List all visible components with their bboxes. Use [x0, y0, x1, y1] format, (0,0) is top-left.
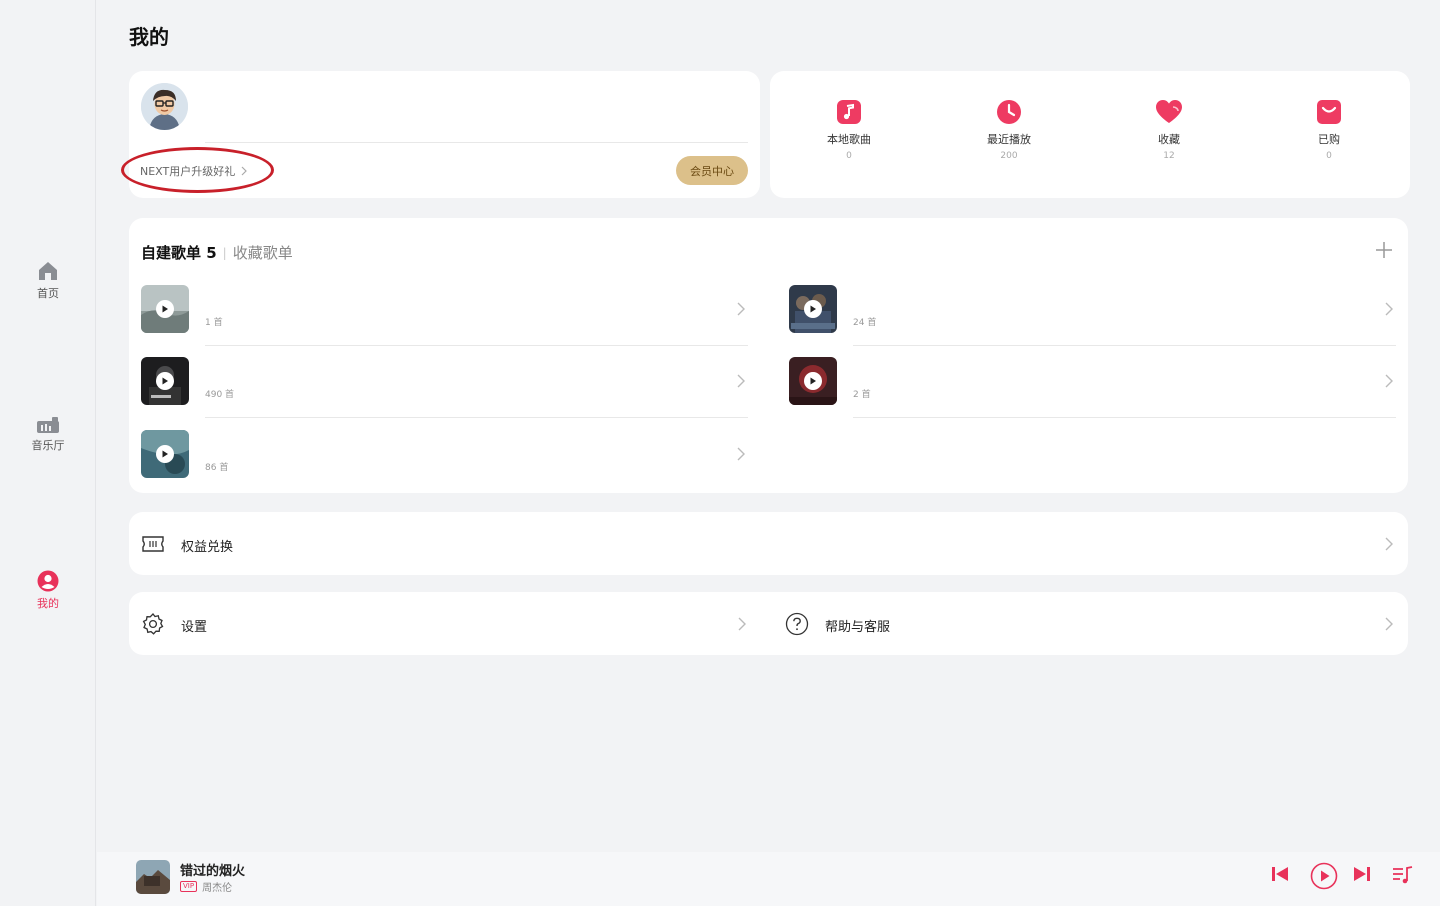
chevron-right-icon	[1385, 617, 1393, 631]
divider	[853, 345, 1396, 346]
play-pause-icon[interactable]	[1310, 862, 1338, 890]
chevron-right-icon	[737, 447, 745, 461]
person-icon	[37, 570, 59, 592]
now-playing-artist: 周杰伦	[202, 883, 233, 894]
chevron-right-icon	[737, 302, 745, 316]
play-icon[interactable]	[804, 372, 822, 390]
tab-created-playlists[interactable]: 自建歌单 5	[141, 242, 217, 263]
playlist-tabs: 自建歌单 5 | 收藏歌单	[141, 242, 293, 263]
heart-icon	[1156, 100, 1182, 123]
sidebar: 首页 音乐厅 我的	[0, 0, 96, 906]
mini-player: 错过的烟火 VIP 周杰伦	[97, 852, 1440, 906]
help-service-label: 帮助与客服	[825, 620, 891, 635]
playlist-song-count: 2 首	[853, 390, 871, 400]
sidebar-item-label: 我的	[37, 597, 59, 610]
quick-recent-play[interactable]: 最近播放 200	[959, 99, 1059, 161]
clock-icon	[997, 100, 1021, 124]
playlist-cover	[141, 430, 189, 478]
playlist-cover	[789, 357, 837, 405]
quick-favorites[interactable]: 收藏 12	[1119, 99, 1219, 161]
play-icon[interactable]	[156, 372, 174, 390]
quick-item-label: 已购	[1318, 133, 1340, 146]
quick-item-label: 最近播放	[987, 133, 1031, 146]
music-note-icon	[837, 100, 861, 124]
chevron-right-icon	[737, 374, 745, 388]
playlist-song-count: 1 首	[205, 318, 223, 328]
quick-item-count: 0	[846, 151, 852, 161]
divider	[205, 417, 748, 418]
settings-label: 设置	[181, 620, 208, 635]
vip-badge: VIP	[180, 881, 198, 892]
home-icon	[39, 262, 57, 280]
rights-exchange-label: 权益兑换	[181, 540, 234, 555]
gear-icon	[142, 613, 164, 635]
playlist-item[interactable]: 1 首	[141, 285, 748, 346]
playlist-song-count: 490 首	[205, 390, 235, 400]
vip-center-button[interactable]: 会员中心	[676, 156, 748, 185]
chevron-right-icon	[738, 617, 746, 631]
playlist-song-count: 24 首	[853, 318, 877, 328]
now-playing-cover[interactable]	[136, 860, 170, 894]
playlist-cover	[141, 285, 189, 333]
play-icon[interactable]	[804, 300, 822, 318]
quick-item-count: 12	[1163, 151, 1175, 161]
playlist-item[interactable]: 490 首	[141, 357, 748, 418]
divider	[853, 417, 1396, 418]
sidebar-item-music-hall[interactable]: 音乐厅	[0, 416, 96, 453]
settings-row[interactable]: 设置	[129, 592, 761, 655]
next-track-icon[interactable]	[1353, 866, 1371, 882]
chevron-right-icon	[1385, 537, 1393, 551]
add-playlist-icon[interactable]	[1374, 240, 1394, 260]
quick-purchased[interactable]: 已购 0	[1279, 99, 1379, 161]
help-icon	[785, 612, 809, 636]
quick-item-count: 200	[1000, 151, 1018, 161]
quick-local-songs[interactable]: 本地歌曲 0	[799, 99, 899, 161]
now-playing-title: 错过的烟火	[180, 864, 246, 879]
chevron-right-icon	[241, 166, 248, 176]
quick-access-card: 本地歌曲 0 最近播放 200 收藏 12 已购 0	[770, 71, 1410, 198]
sidebar-item-label: 音乐厅	[31, 439, 65, 452]
avatar-image	[141, 83, 188, 130]
tab-separator: |	[222, 245, 227, 260]
play-icon[interactable]	[156, 300, 174, 318]
now-playing-meta: VIP 周杰伦	[180, 879, 232, 894]
tab-collected-playlists[interactable]: 收藏歌单	[233, 242, 293, 263]
play-icon[interactable]	[156, 445, 174, 463]
quick-item-label: 本地歌曲	[827, 133, 871, 146]
upgrade-gift-label: NEXT用户升级好礼	[140, 165, 236, 178]
page-title: 我的	[129, 25, 169, 49]
rights-exchange-row[interactable]: 权益兑换	[129, 512, 1408, 575]
chevron-right-icon	[1385, 302, 1393, 316]
avatar[interactable]	[141, 83, 188, 130]
settings-help-card: 设置 帮助与客服	[129, 592, 1408, 655]
music-hall-icon	[37, 417, 59, 433]
upgrade-gift-link[interactable]: NEXT用户升级好礼	[140, 163, 248, 179]
sidebar-item-mine[interactable]: 我的	[0, 570, 96, 611]
previous-track-icon[interactable]	[1271, 866, 1289, 882]
playlist-item[interactable]: 24 首	[789, 285, 1396, 346]
playlist-cover	[789, 285, 837, 333]
ticket-icon	[142, 536, 164, 552]
divider	[205, 345, 748, 346]
playlist-cover	[141, 357, 189, 405]
playlist-card: 自建歌单 5 | 收藏歌单 1 首 24 首 490 首 2 首 86 首	[129, 218, 1408, 493]
sidebar-item-label: 首页	[37, 287, 59, 300]
help-service-row[interactable]: 帮助与客服	[773, 592, 1408, 655]
sidebar-item-home[interactable]: 首页	[0, 260, 96, 301]
playlist-item[interactable]: 86 首	[141, 430, 748, 490]
bag-icon	[1317, 100, 1341, 124]
divider	[205, 142, 748, 143]
profile-card: NEXT用户升级好礼 会员中心	[121, 71, 760, 198]
playlist-queue-icon[interactable]	[1392, 865, 1414, 885]
playlist-song-count: 86 首	[205, 463, 229, 473]
quick-item-count: 0	[1326, 151, 1332, 161]
quick-item-label: 收藏	[1158, 133, 1180, 146]
chevron-right-icon	[1385, 374, 1393, 388]
playlist-item[interactable]: 2 首	[789, 357, 1396, 418]
